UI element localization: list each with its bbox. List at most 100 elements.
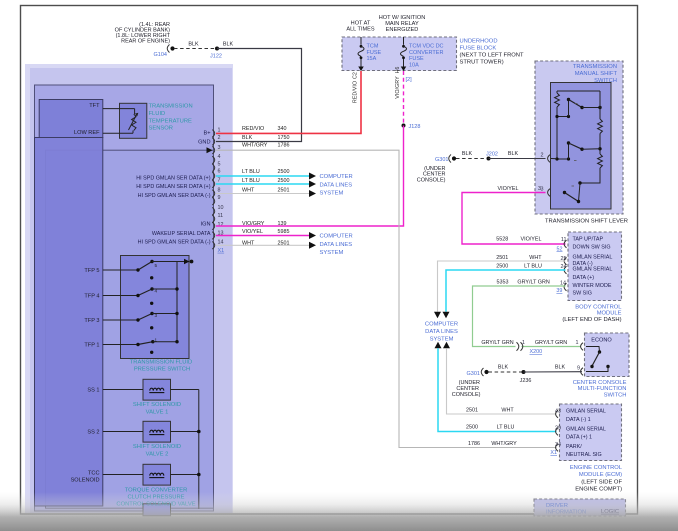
svg-text:43: 43 — [555, 409, 561, 415]
svg-text:STRUT TOWER): STRUT TOWER) — [460, 60, 504, 66]
svg-text:FUSE: FUSE — [409, 56, 424, 62]
svg-text:SHIFT SOLENOID: SHIFT SOLENOID — [133, 402, 181, 408]
svg-text:SS 1: SS 1 — [87, 388, 99, 394]
svg-text:25: 25 — [561, 256, 567, 262]
svg-text:340: 340 — [278, 126, 287, 132]
svg-text:2501: 2501 — [466, 408, 478, 414]
svg-text:GRY/LT GRN: GRY/LT GRN — [481, 340, 513, 346]
svg-text:LT BLU: LT BLU — [242, 178, 260, 184]
svg-text:VIO/GRY: VIO/GRY — [395, 76, 401, 99]
svg-text:2500: 2500 — [278, 178, 290, 184]
svg-text:14: 14 — [218, 240, 224, 246]
svg-text:TFP 4: TFP 4 — [84, 293, 99, 299]
svg-text:WHT/GRY: WHT/GRY — [491, 441, 517, 447]
svg-text:WINTER MODE: WINTER MODE — [573, 283, 612, 289]
svg-text:[2]: [2] — [406, 77, 413, 83]
svg-text:BLK: BLK — [223, 42, 234, 48]
svg-text:RED/VIO: RED/VIO — [352, 81, 358, 103]
svg-text:VIO/GRY: VIO/GRY — [242, 221, 265, 227]
svg-text:11: 11 — [218, 213, 224, 219]
svg-text:GRY/LT GRN: GRY/LT GRN — [535, 340, 567, 346]
svg-text:SWITCH: SWITCH — [604, 393, 627, 399]
svg-text:TFT: TFT — [89, 103, 100, 109]
svg-text:1: 1 — [155, 338, 158, 343]
svg-text:BLK: BLK — [498, 364, 509, 370]
svg-text:VALVE 1: VALVE 1 — [146, 409, 169, 415]
svg-text:12: 12 — [218, 222, 224, 228]
svg-text:10: 10 — [218, 205, 224, 211]
svg-text:14: 14 — [560, 280, 566, 286]
svg-text:HI SPD GMLAN SER DATA (+): HI SPD GMLAN SER DATA (+) — [136, 184, 210, 190]
svg-text:(LEFT SIDE OF: (LEFT SIDE OF — [581, 480, 622, 486]
svg-text:TRANSMISSION SHIFT LEVER: TRANSMISSION SHIFT LEVER — [545, 219, 628, 225]
svg-text:GMLAN SERIAL: GMLAN SERIAL — [566, 409, 606, 415]
svg-text:LOW REF: LOW REF — [74, 130, 100, 136]
svg-text:PARK/: PARK/ — [566, 444, 582, 450]
svg-text:GMLAN SERIAL: GMLAN SERIAL — [566, 427, 606, 433]
svg-text:SYSTEM: SYSTEM — [430, 337, 454, 343]
svg-text:TAP UP/TAP: TAP UP/TAP — [573, 237, 604, 243]
svg-text:HI SPD GMLAN SER DATA (-): HI SPD GMLAN SER DATA (-) — [138, 193, 211, 199]
svg-text:CONVERTER: CONVERTER — [409, 50, 443, 56]
svg-text:BLK: BLK — [555, 364, 566, 370]
svg-text:SYSTEM: SYSTEM — [320, 250, 344, 256]
svg-text:B+: B+ — [204, 131, 211, 137]
svg-text:DATA (+) 1: DATA (+) 1 — [566, 435, 592, 441]
svg-text:J236: J236 — [520, 378, 532, 384]
svg-text:VIO/YEL: VIO/YEL — [498, 186, 519, 192]
svg-text:DOWN SW SIG: DOWN SW SIG — [573, 245, 611, 251]
svg-text:1750: 1750 — [278, 135, 290, 141]
svg-text:WHT: WHT — [242, 188, 255, 194]
svg-text:39: 39 — [556, 288, 562, 294]
svg-text:HI SPD GMLAN SER DATA (+): HI SPD GMLAN SER DATA (+) — [136, 176, 210, 182]
svg-text:PRESSURE SWITCH: PRESSURE SWITCH — [134, 367, 190, 373]
svg-text:139: 139 — [278, 221, 287, 227]
svg-text:1: 1 — [522, 340, 525, 346]
svg-text:ENGINE CONTROL: ENGINE CONTROL — [570, 465, 623, 471]
svg-text:29: 29 — [555, 426, 561, 432]
svg-text:6: 6 — [218, 168, 221, 174]
svg-text:8: 8 — [218, 187, 221, 193]
svg-text:TEMPERATURE: TEMPERATURE — [149, 118, 193, 124]
svg-text:X1: X1 — [550, 450, 557, 456]
svg-text:BLK: BLK — [462, 151, 473, 157]
svg-text:GMLAN SERIAL: GMLAN SERIAL — [573, 267, 613, 273]
svg-text:MODULE (ECM): MODULE (ECM) — [579, 472, 622, 478]
svg-text:DATA LINES: DATA LINES — [320, 242, 353, 248]
svg-text:MULTI-FUNCTION: MULTI-FUNCTION — [578, 386, 627, 392]
svg-text:SYSTEM: SYSTEM — [320, 191, 344, 197]
svg-text:GRY/LT GRN: GRY/LT GRN — [517, 279, 549, 285]
svg-text:SW SIG: SW SIG — [573, 291, 592, 297]
svg-text:9: 9 — [577, 366, 580, 372]
svg-text:J128: J128 — [409, 124, 421, 130]
svg-text:ECONO: ECONO — [591, 338, 612, 344]
svg-text:C2: C2 — [352, 72, 358, 79]
svg-text:G301: G301 — [467, 371, 480, 377]
svg-text:2500: 2500 — [496, 264, 508, 270]
svg-text:BLK: BLK — [508, 151, 519, 157]
svg-text:24: 24 — [561, 264, 567, 270]
svg-text:REAR OF ENGINE): REAR OF ENGINE) — [121, 39, 170, 45]
svg-text:G104: G104 — [154, 52, 167, 58]
svg-text:HI SPD GMLAN SER DATA (-): HI SPD GMLAN SER DATA (-) — [138, 240, 211, 246]
svg-text:(NEXT TO LEFT FRONT: (NEXT TO LEFT FRONT — [460, 53, 524, 59]
svg-text:3: 3 — [538, 186, 541, 192]
svg-text:VIO/YEL: VIO/YEL — [521, 237, 542, 243]
svg-text:TFP 1: TFP 1 — [84, 342, 99, 348]
svg-text:5985: 5985 — [278, 229, 290, 235]
svg-text:SS 2: SS 2 — [87, 430, 99, 436]
svg-text:DATA LINES: DATA LINES — [320, 182, 353, 188]
svg-text:LT BLU: LT BLU — [242, 169, 260, 175]
svg-text:5528: 5528 — [496, 237, 508, 243]
svg-text:5353: 5353 — [497, 279, 509, 285]
svg-text:52: 52 — [557, 246, 563, 252]
svg-text:G301: G301 — [435, 157, 448, 163]
svg-text:CENTER: CENTER — [456, 386, 479, 392]
svg-text:GMLAN SERIAL: GMLAN SERIAL — [573, 254, 613, 260]
svg-text:9: 9 — [218, 195, 221, 201]
svg-text:DATA (+): DATA (+) — [573, 275, 595, 281]
svg-text:7: 7 — [218, 178, 221, 184]
svg-text:10A: 10A — [409, 62, 419, 68]
svg-text:1786: 1786 — [468, 441, 480, 447]
svg-text:TRANSMISSION: TRANSMISSION — [573, 64, 617, 70]
